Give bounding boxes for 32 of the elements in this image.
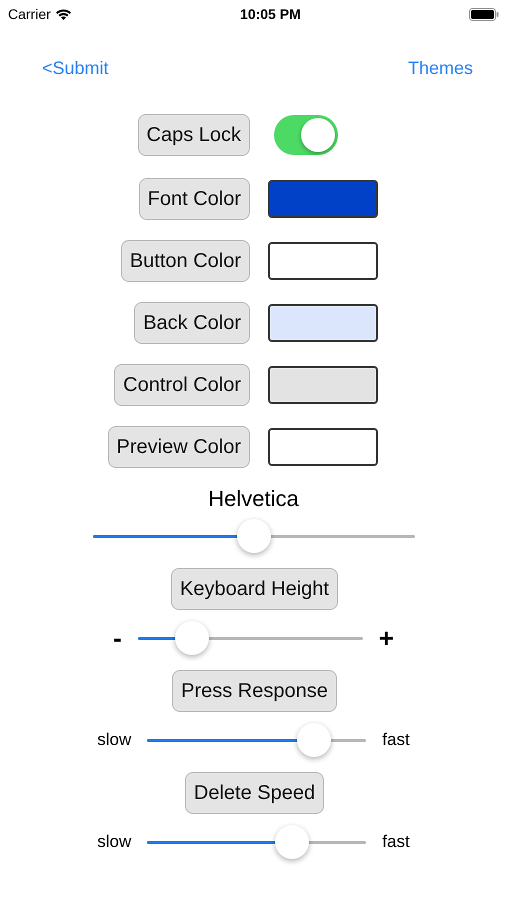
min-label: slow	[97, 831, 132, 854]
clock-time: 10:05 PM	[240, 4, 301, 24]
setting-button[interactable]: Keyboard Height	[171, 568, 338, 610]
color-swatch[interactable]	[268, 242, 378, 280]
color-button[interactable]: Back Color	[134, 302, 250, 344]
battery-icon	[468, 8, 499, 20]
color-swatch[interactable]	[268, 180, 378, 218]
color-button[interactable]: Button Color	[120, 240, 250, 282]
slider-thumb[interactable]	[296, 722, 331, 756]
color-button[interactable]: Control Color	[114, 364, 250, 406]
color-button[interactable]: Font Color	[138, 178, 250, 220]
caps-lock-switch[interactable]	[274, 115, 338, 155]
back-link[interactable]: <Submit	[42, 54, 109, 82]
min-label: slow	[97, 729, 132, 752]
font-name-label: Helvetica	[208, 485, 299, 513]
wifi-icon	[54, 8, 72, 20]
slider-thumb[interactable]	[174, 620, 209, 654]
color-swatch[interactable]	[268, 304, 378, 342]
setting-button[interactable]: Delete Speed	[184, 772, 324, 814]
max-label: +	[378, 622, 394, 654]
slider-thumb[interactable]	[274, 824, 309, 858]
max-label: fast	[382, 729, 410, 752]
min-label: -	[113, 622, 122, 654]
themes-link[interactable]: Themes	[408, 54, 473, 82]
caps-lock-button[interactable]: Caps Lock	[138, 114, 250, 156]
setting-button[interactable]: Press Response	[172, 670, 337, 712]
max-label: fast	[382, 831, 410, 854]
color-button[interactable]: Preview Color	[108, 426, 250, 468]
slider-thumb[interactable]	[236, 519, 270, 553]
color-swatch[interactable]	[268, 428, 378, 466]
color-swatch[interactable]	[268, 366, 378, 404]
carrier-label: Carrier	[8, 4, 51, 24]
